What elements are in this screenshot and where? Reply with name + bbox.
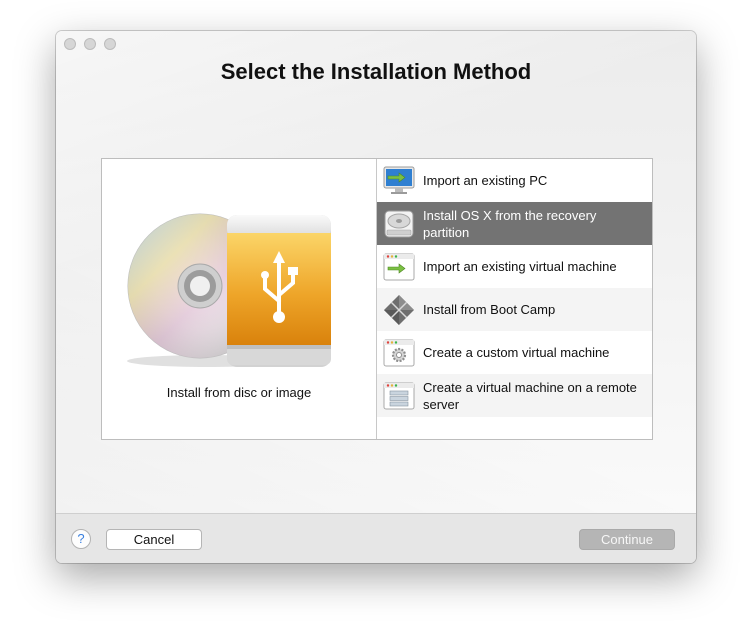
method-label: Install OS X from the recovery partition xyxy=(423,207,597,240)
install-from-disc-label: Install from disc or image xyxy=(166,385,312,400)
method-install-recovery[interactable]: Install OS X from the recovery partition xyxy=(377,202,652,245)
cancel-button[interactable]: Cancel xyxy=(106,529,202,550)
installation-window: Select the Installation Method Install f… xyxy=(56,31,696,563)
zoom-window-button[interactable] xyxy=(104,38,116,50)
window-controls xyxy=(64,38,116,50)
usb-drive-icon xyxy=(227,215,331,367)
method-boot-camp[interactable]: Install from Boot Camp xyxy=(377,288,652,331)
method-label: Install from Boot Camp xyxy=(423,302,556,317)
disc-icon xyxy=(127,213,331,367)
vm-window-icon xyxy=(383,251,415,283)
help-button[interactable]: ? xyxy=(71,529,91,549)
method-label: Import an existing virtual machine xyxy=(423,259,617,274)
server-window-icon xyxy=(383,380,415,412)
hard-drive-icon xyxy=(383,208,415,240)
boot-camp-icon xyxy=(383,294,415,326)
method-list: Import an existing PC Install OS X from … xyxy=(377,159,652,439)
method-custom-vm[interactable]: Create a custom virtual machine xyxy=(377,331,652,374)
dialog-footer: ? Cancel Continue xyxy=(56,513,696,563)
minimize-window-button[interactable] xyxy=(84,38,96,50)
gear-window-icon xyxy=(383,337,415,369)
continue-button[interactable]: Continue xyxy=(579,529,675,550)
method-import-vm[interactable]: Import an existing virtual machine xyxy=(377,245,652,288)
method-label: Create a custom virtual machine xyxy=(423,345,610,360)
method-import-pc[interactable]: Import an existing PC xyxy=(377,159,652,202)
method-label: Import an existing PC xyxy=(423,173,548,188)
pc-monitor-icon xyxy=(383,165,415,197)
disc-and-usb-art xyxy=(127,211,337,376)
method-remote-vm[interactable]: Create a virtual machine on a remote ser… xyxy=(377,374,652,417)
page-title: Select the Installation Method xyxy=(220,59,532,84)
method-panel: Install from disc or image Import an exi… xyxy=(101,158,653,440)
close-window-button[interactable] xyxy=(64,38,76,50)
install-from-disc-option[interactable]: Install from disc or image xyxy=(102,159,377,439)
method-label: Create a virtual machine on a remote ser… xyxy=(423,379,637,412)
